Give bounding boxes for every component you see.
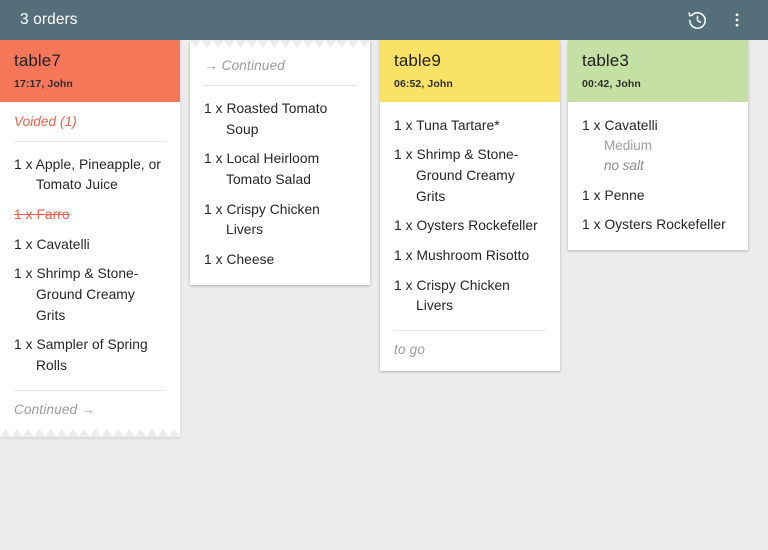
divider <box>14 140 166 142</box>
continued-from-label: → Continued <box>204 58 285 73</box>
order-item[interactable]: 1 x Oysters Rockefeller <box>582 206 734 236</box>
order-time-server: 06:52, John <box>394 77 453 90</box>
order-table-name: table3 <box>582 51 629 70</box>
app-bar-actions <box>680 3 754 37</box>
order-item[interactable]: 1 x Tuna Tartare* <box>394 114 546 137</box>
order-time-server: 17:17, John <box>14 77 73 90</box>
order-item[interactable]: 1 x Mushroom Risotto <box>394 237 546 267</box>
divider <box>14 389 166 391</box>
order-item[interactable]: 1 x Local Heirloom Tomato Salad <box>204 140 356 190</box>
voided-count-label: Voided (1) <box>14 113 77 129</box>
order-item[interactable]: 1 x Apple, Pineapple, or Tomato Juice <box>14 146 166 196</box>
order-item-voided[interactable]: 1 x Farro <box>14 196 166 226</box>
order-item[interactable]: 1 x Crispy Chicken Livers <box>394 267 546 317</box>
order-item[interactable]: 1 x Crispy Chicken Livers <box>204 191 356 241</box>
order-card-body: → Continued 1 x Roasted Tomato Soup 1 x Lo… <box>190 40 370 285</box>
order-item[interactable]: 1 x Cavatelli <box>14 226 166 256</box>
order-item[interactable]: 1 x Oysters Rockefeller <box>394 207 546 237</box>
order-card-body: Voided (1) 1 x Apple, Pineapple, or Tomat… <box>0 102 180 437</box>
order-card-body: 1 x Cavatelli Medium no salt 1 x Penne 1 x O… <box>568 102 748 251</box>
item-note: no salt <box>604 158 644 174</box>
order-table-name: table7 <box>14 51 61 70</box>
order-card-body: 1 x Tuna Tartare* 1 x Shrimp & Stone-Grou… <box>380 102 560 372</box>
order-table-name: table9 <box>394 51 441 70</box>
order-card[interactable]: → Continued 1 x Roasted Tomato Soup 1 x Lo… <box>190 40 370 285</box>
order-item[interactable]: 1 x Cavatelli <box>582 114 734 137</box>
order-card[interactable]: table7 17:17, John Voided (1) 1 x Apple, Pi… <box>0 40 180 437</box>
item-modifier: Medium <box>604 138 653 154</box>
history-clock-icon[interactable] <box>680 3 714 37</box>
divider <box>204 85 356 86</box>
order-footnote: to go <box>394 342 426 358</box>
order-item[interactable]: 1 x Penne <box>582 177 734 207</box>
order-item[interactable]: 1 x Shrimp & Stone-Ground Creamy Grits <box>394 136 546 207</box>
order-item[interactable]: 1 x Shrimp & Stone-Ground Creamy Grits <box>14 255 166 326</box>
more-vert-icon[interactable] <box>720 3 754 37</box>
order-footnote: Continued → <box>14 401 95 417</box>
order-card-header: table3 00:42, John <box>568 40 748 102</box>
order-item[interactable]: 1 x Cheese <box>204 241 356 271</box>
page-title: 3 orders <box>20 11 78 28</box>
order-item-modifiers: Medium no salt <box>582 136 734 177</box>
order-card[interactable]: table9 06:52, John 1 x Tuna Tartare* 1 x Sh… <box>380 40 560 372</box>
order-card[interactable]: table3 00:42, John 1 x Cavatelli Medium no s… <box>568 40 748 251</box>
order-card-header: table9 06:52, John <box>380 40 560 102</box>
order-item[interactable]: 1 x Roasted Tomato Soup <box>204 90 356 140</box>
order-time-server: 00:42, John <box>582 77 641 90</box>
order-item[interactable]: 1 x Sampler of Spring Rolls <box>14 326 166 376</box>
divider <box>394 330 546 332</box>
order-card-header: table7 17:17, John <box>0 40 180 102</box>
app-bar: 3 orders <box>0 0 768 40</box>
orders-board: table7 17:17, John Voided (1) 1 x Apple, Pi… <box>0 40 768 550</box>
